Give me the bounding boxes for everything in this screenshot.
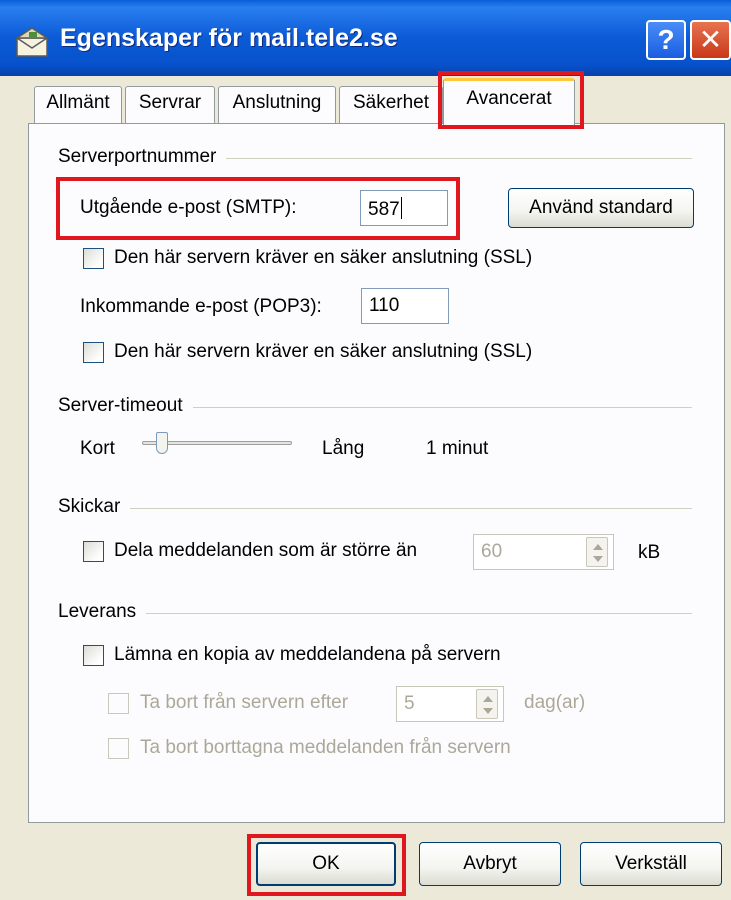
pop3-port-input[interactable]: 110 — [361, 288, 449, 324]
split-messages-checkbox[interactable] — [83, 541, 104, 562]
spin-up-icon — [593, 544, 603, 550]
cancel-label: Avbryt — [463, 853, 517, 874]
keep-copy-label: Lämna en kopia av meddelandena på server… — [114, 644, 501, 665]
timeout-long-label: Lång — [322, 438, 365, 459]
smtp-port-input[interactable]: 587 — [360, 190, 448, 226]
tab-anslutning[interactable]: Anslutning — [218, 86, 336, 124]
ok-button[interactable]: OK — [256, 842, 396, 886]
tab-servrar[interactable]: Servrar — [125, 86, 215, 124]
close-icon: ✕ — [698, 24, 723, 55]
timeout-value: 1 minut — [426, 438, 489, 459]
apply-button[interactable]: Verkställ — [580, 842, 722, 886]
spin-up-icon — [483, 696, 493, 702]
help-button[interactable]: ? — [646, 20, 686, 60]
pop3-port-value: 110 — [369, 295, 400, 316]
smtp-ssl-label: Den här servern kräver en säker anslutni… — [114, 247, 533, 268]
group-heading-delivery: Leverans — [58, 601, 147, 623]
remove-after-checkbox[interactable] — [108, 693, 129, 714]
close-button[interactable]: ✕ — [690, 20, 731, 60]
keep-copy-checkbox[interactable] — [83, 645, 104, 666]
remove-after-days-value: 5 — [404, 693, 415, 714]
help-icon: ? — [657, 24, 675, 55]
window-title: Egenskaper för mail.tele2.se — [60, 24, 398, 52]
use-default-label: Använd standard — [529, 197, 673, 218]
split-size-value: 60 — [481, 541, 503, 562]
group-heading-sending: Skickar — [58, 496, 131, 518]
timeout-slider-thumb[interactable] — [155, 432, 168, 454]
tab-panel-avancerat — [28, 123, 725, 823]
mail-properties-icon — [14, 27, 50, 57]
timeout-short-label: Kort — [80, 438, 115, 459]
pop3-ssl-checkbox[interactable] — [83, 342, 104, 363]
text-caret — [400, 197, 402, 219]
tab-label: Säkerhet — [352, 92, 430, 113]
spin-down-icon — [593, 556, 603, 562]
tab-sakerhet[interactable]: Säkerhet — [339, 86, 443, 124]
split-size-spinner[interactable] — [586, 537, 608, 567]
remove-after-label: Ta bort från servern efter — [140, 692, 349, 713]
ok-label: OK — [312, 853, 340, 874]
apply-label: Verkställ — [615, 853, 687, 874]
smtp-ssl-checkbox[interactable] — [83, 248, 104, 269]
group-heading-timeout: Server-timeout — [58, 395, 193, 417]
remove-deleted-checkbox[interactable] — [108, 738, 129, 759]
pop3-port-label: Inkommande e-post (POP3): — [80, 296, 322, 317]
smtp-port-label: Utgående e-post (SMTP): — [80, 197, 297, 218]
tab-label: Avancerat — [466, 88, 552, 109]
remove-after-days-unit: dag(ar) — [524, 692, 586, 713]
tab-avancerat[interactable]: Avancerat — [443, 78, 575, 126]
use-default-button[interactable]: Använd standard — [508, 188, 694, 228]
tab-label: Allmänt — [46, 92, 110, 113]
group-heading-server-ports: Serverportnummer — [58, 146, 227, 168]
tab-label: Anslutning — [232, 92, 322, 113]
pop3-ssl-label: Den här servern kräver en säker anslutni… — [114, 341, 533, 362]
remove-deleted-label: Ta bort borttagna meddelanden från serve… — [140, 737, 511, 758]
split-messages-label: Dela meddelanden som är större än — [114, 540, 418, 561]
spin-down-icon — [483, 708, 493, 714]
group-divider — [60, 613, 692, 614]
split-size-unit: kB — [638, 542, 661, 563]
group-divider — [60, 508, 692, 509]
smtp-port-value: 587 — [368, 199, 400, 220]
tab-allmant[interactable]: Allmänt — [34, 86, 122, 124]
remove-after-days-spinner[interactable] — [476, 689, 498, 719]
tab-label: Servrar — [138, 92, 202, 113]
cancel-button[interactable]: Avbryt — [419, 842, 561, 886]
title-bar[interactable]: Egenskaper för mail.tele2.se ? ✕ — [0, 0, 731, 76]
